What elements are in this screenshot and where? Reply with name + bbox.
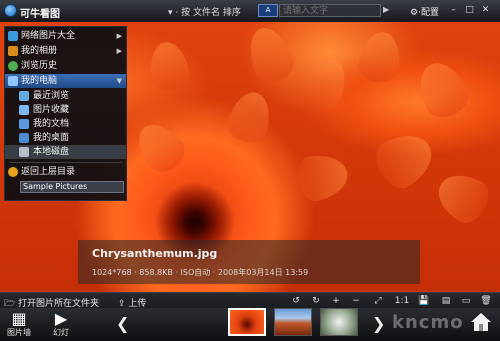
globe-icon <box>8 31 18 41</box>
sidebar-item-label: 我的电脑 <box>21 76 58 86</box>
app-logo-icon <box>4 4 17 17</box>
sidebar-divider <box>9 162 122 163</box>
gallery-wall-button[interactable]: ▦ 图片墙 <box>4 310 34 338</box>
monitor-icon[interactable]: ▭ <box>460 295 472 307</box>
sidebar-item-label: 本地磁盘 <box>33 147 70 157</box>
back-arrow-icon <box>8 167 18 177</box>
petal-shape <box>368 124 442 195</box>
image-filename: Chrysanthemum.jpg <box>92 247 218 260</box>
petal-shape <box>293 150 352 204</box>
config-label: 配置 <box>420 8 439 18</box>
sidebar-item-documents[interactable]: 我的文档 <box>5 117 126 131</box>
sort-label: 按 文件名 排序 <box>181 8 241 18</box>
thumbnail-selected[interactable] <box>228 308 266 336</box>
fit-window-icon[interactable]: ⤢ <box>372 295 384 307</box>
sidebar-item-web-gallery[interactable]: 网络图片大全 ▶ <box>5 29 126 43</box>
save-icon[interactable]: 💾 <box>418 295 430 307</box>
album-icon <box>8 46 18 56</box>
nav-sidebar: 网络图片大全 ▶ 我的相册 ▶ 浏览历史 我的电脑 ▼ 最近浏览 图片收藏 我的… <box>4 26 127 201</box>
thumbnail[interactable] <box>274 308 312 336</box>
menu-arrow-icon: ▾ · <box>168 8 182 18</box>
disk-icon <box>19 147 29 157</box>
back-label: 返回上层目录 <box>21 167 76 177</box>
petal-shape <box>146 39 192 93</box>
search-go-icon[interactable]: ▶ <box>383 5 389 14</box>
chevron-down-icon: ▼ <box>116 77 122 85</box>
prev-image-icon[interactable]: ❮ <box>116 314 129 333</box>
petal-shape <box>128 114 192 180</box>
documents-icon <box>19 119 29 129</box>
home-icon[interactable] <box>470 311 492 333</box>
sidebar-item-label: 我的桌面 <box>33 133 70 143</box>
sidebar-item-label: 浏览历史 <box>21 61 58 71</box>
print-icon[interactable]: ▤ <box>440 295 452 307</box>
delete-icon[interactable]: 🗑 <box>480 295 492 307</box>
thumbnail[interactable] <box>320 308 358 336</box>
computer-icon <box>8 76 18 86</box>
sidebar-item-label: 图片收藏 <box>33 105 70 115</box>
sidebar-item-history[interactable]: 浏览历史 <box>5 59 126 73</box>
sidebar-item-recent[interactable]: 最近浏览 <box>5 89 126 103</box>
search-scope-dropdown[interactable]: A <box>258 4 278 17</box>
back-to-parent-button[interactable]: 返回上层目录 <box>5 165 126 179</box>
sidebar-item-label: 最近浏览 <box>33 91 70 101</box>
sort-dropdown[interactable]: ▾ · 按 文件名 排序 <box>168 5 241 18</box>
app-title: 可牛看图 <box>20 9 60 20</box>
petal-shape <box>289 49 356 120</box>
close-icon[interactable]: ✕ <box>480 5 491 16</box>
action-bar: 🗁 打开图片所在文件夹 ⇪ 上传 ↺ ↻ + − ⤢ 1:1 💾 ▤ ▭ 🗑 <box>0 292 500 309</box>
slideshow-label: 幻灯 <box>53 328 69 337</box>
sidebar-item-my-computer[interactable]: 我的电脑 ▼ <box>5 74 126 88</box>
current-folder-item[interactable]: Sample Pictures <box>20 181 124 193</box>
petal-shape <box>224 87 276 147</box>
zoom-in-icon[interactable]: + <box>330 295 342 307</box>
config-button[interactable]: ⚙·配置 <box>410 5 439 18</box>
play-icon: ▶ <box>54 309 68 328</box>
title-bar: 可牛看图 ▾ · 按 文件名 排序 A ▶ ⚙·配置 – □ ✕ <box>0 0 500 23</box>
desktop-icon <box>19 133 29 143</box>
sidebar-item-local-disk[interactable]: 本地磁盘 <box>5 145 126 159</box>
favorites-icon <box>19 105 29 115</box>
slideshow-button[interactable]: ▶ 幻灯 <box>46 310 76 338</box>
rotate-left-icon[interactable]: ↺ <box>290 295 302 307</box>
chevron-right-icon: ▶ <box>116 32 122 40</box>
sidebar-item-desktop[interactable]: 我的桌面 <box>5 131 126 145</box>
image-meta: 1024*768 · 858.8KB · ISO自动 · 2008年03月14日… <box>92 268 309 277</box>
gear-icon: ⚙ <box>410 8 419 18</box>
petal-shape <box>355 28 405 86</box>
sidebar-item-label: 我的相册 <box>21 46 58 56</box>
grid-icon: ▦ <box>11 309 27 328</box>
sidebar-item-favorites[interactable]: 图片收藏 <box>5 103 126 117</box>
watermark-logo: kncmo <box>392 312 464 333</box>
actual-size-button[interactable]: 1:1 <box>394 295 410 307</box>
app-window: 可牛看图 ▾ · 按 文件名 排序 A ▶ ⚙·配置 – □ ✕ Chrysan… <box>0 0 500 341</box>
petal-shape <box>241 22 299 88</box>
recent-icon <box>19 91 29 101</box>
history-icon <box>8 61 18 71</box>
sidebar-item-label: 网络图片大全 <box>21 31 76 41</box>
minimize-icon[interactable]: – <box>448 5 459 16</box>
next-image-icon[interactable]: ❯ <box>372 314 385 333</box>
petal-shape <box>429 165 496 229</box>
search-input[interactable] <box>279 4 381 17</box>
petal-shape <box>410 55 475 124</box>
zoom-out-icon[interactable]: − <box>350 295 362 307</box>
chevron-right-icon: ▶ <box>116 47 122 55</box>
maximize-icon[interactable]: □ <box>464 5 475 16</box>
sidebar-item-label: 我的文档 <box>33 119 70 129</box>
gallery-label: 图片墙 <box>7 328 31 337</box>
rotate-right-icon[interactable]: ↻ <box>310 295 322 307</box>
sidebar-item-albums[interactable]: 我的相册 ▶ <box>5 44 126 58</box>
